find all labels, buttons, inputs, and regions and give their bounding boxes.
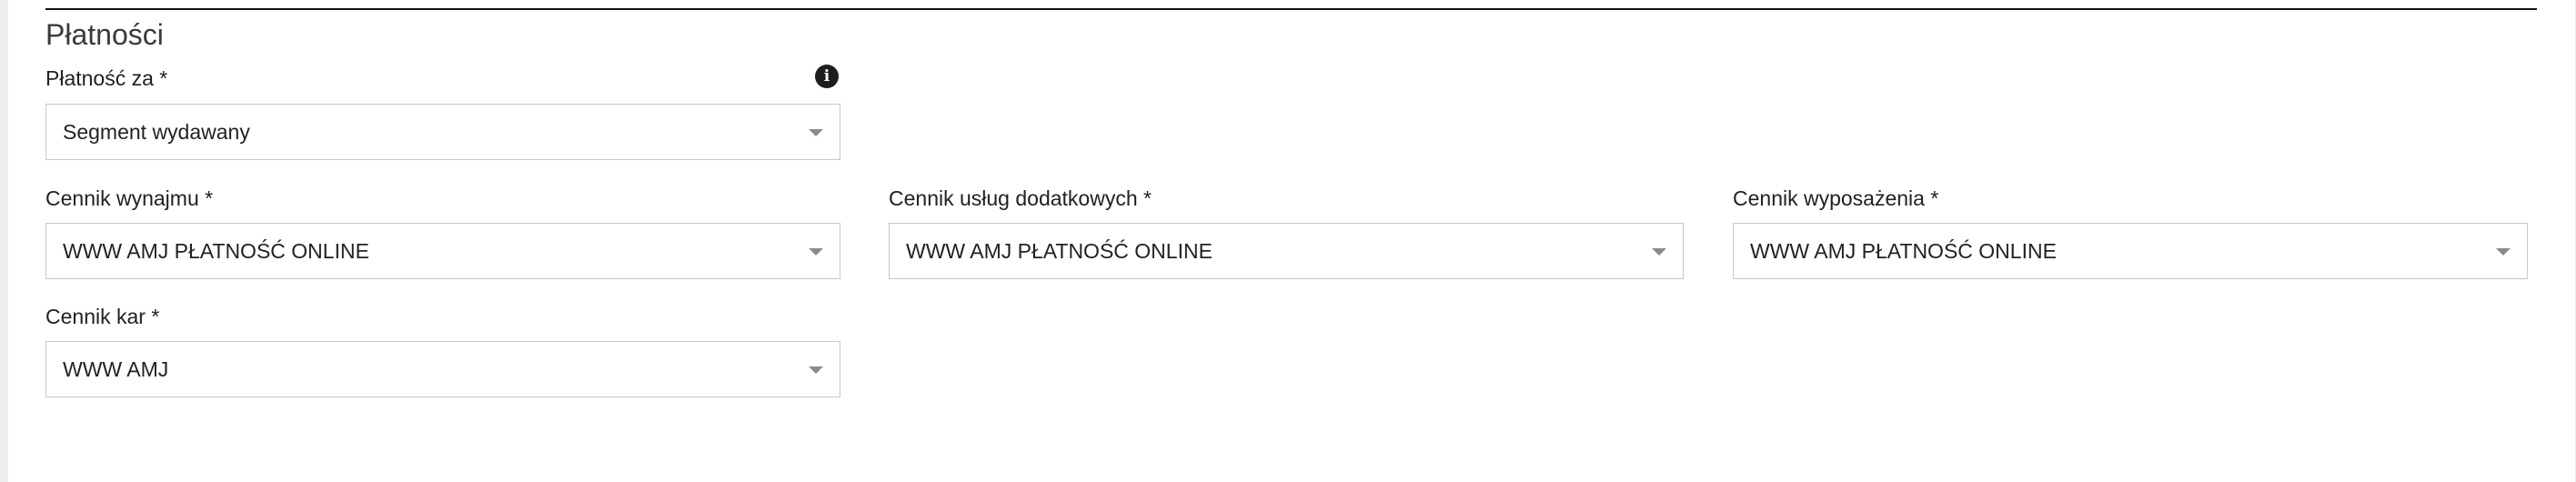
chevron-down-icon xyxy=(2496,248,2511,256)
payments-panel: Płatności Płatność za * i Segment wydawa… xyxy=(8,0,2575,482)
chevron-down-icon xyxy=(809,367,823,374)
penalties-pricelist-value: WWW AMJ xyxy=(63,357,169,381)
chevron-down-icon xyxy=(809,248,823,256)
penalties-pricelist-label: Cennik kar * xyxy=(45,305,160,328)
rental-pricelist-label: Cennik wynajmu * xyxy=(45,186,214,210)
payment-for-label: Płatność za * xyxy=(45,66,168,90)
equipment-pricelist-select[interactable]: WWW AMJ PŁATNOŚĆ ONLINE xyxy=(1733,223,2528,279)
section-divider xyxy=(45,8,2537,10)
additional-services-pricelist-select[interactable]: WWW AMJ PŁATNOŚĆ ONLINE xyxy=(889,223,1684,279)
chevron-down-icon xyxy=(809,129,823,136)
payment-for-select[interactable]: Segment wydawany xyxy=(45,104,840,160)
rental-pricelist-value: WWW AMJ PŁATNOŚĆ ONLINE xyxy=(63,239,369,263)
info-icon[interactable]: i xyxy=(815,65,839,88)
section-title: Płatności xyxy=(45,18,164,51)
rental-pricelist-select[interactable]: WWW AMJ PŁATNOŚĆ ONLINE xyxy=(45,223,840,279)
chevron-down-icon xyxy=(1652,248,1666,256)
equipment-pricelist-label: Cennik wyposażenia * xyxy=(1733,186,1939,210)
payment-for-value: Segment wydawany xyxy=(63,120,250,144)
additional-services-pricelist-value: WWW AMJ PŁATNOŚĆ ONLINE xyxy=(906,239,1213,263)
equipment-pricelist-value: WWW AMJ PŁATNOŚĆ ONLINE xyxy=(1750,239,2057,263)
additional-services-pricelist-label: Cennik usług dodatkowych * xyxy=(889,186,1152,210)
penalties-pricelist-select[interactable]: WWW AMJ xyxy=(45,341,840,397)
